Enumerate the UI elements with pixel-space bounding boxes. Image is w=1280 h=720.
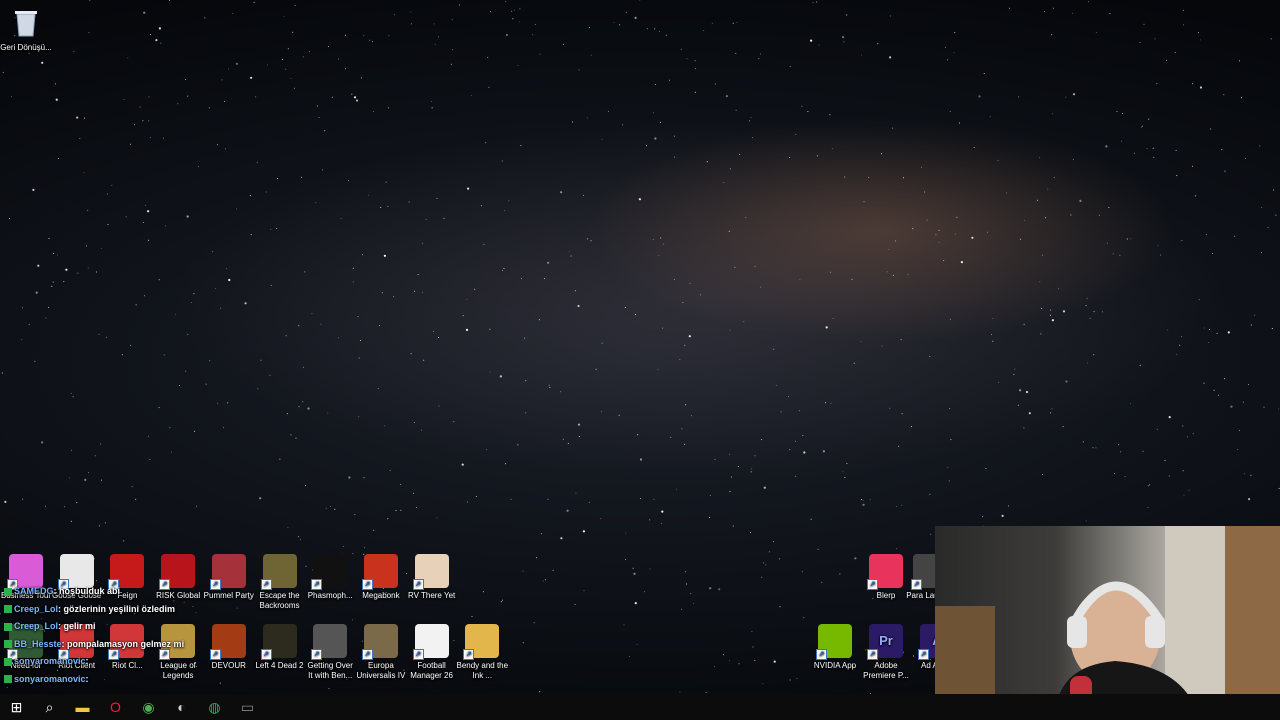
chat-username: sonyaromanovic [14,673,86,684]
chat-username: Creep_Lol [14,621,59,631]
shortcut-arrow-icon: ↗ [918,649,929,660]
game-icon: ↗ [260,624,297,660]
shortcut-label: NVIDIA App [813,661,857,670]
shortcut-arrow-icon: ↗ [361,579,373,590]
shortcut-label: Getting Over It with Ben... [307,661,353,680]
desktop-shortcut[interactable]: ↗ Phasmoph... [304,554,356,601]
chat-message: Creep_Lol: gelir mi [4,618,264,636]
shortcut-arrow-icon: ↗ [867,649,878,660]
ghost-icon: ↗ [311,554,348,590]
chat-text: : [85,673,89,684]
shortcut-arrow-icon: ↗ [311,649,323,660]
game-icon: ↗ [412,624,449,660]
game-icon: ↗ [463,624,500,660]
desktop-shortcut[interactable]: ↗ Bendy and the Ink ... [456,624,508,681]
taskbar: ⊞ ⌕ ▬ O ◉ ◐ ◍ ▭ [0,694,1280,720]
chat-text: : pompalamasyon gelmez mi [61,638,185,649]
chat-message: SAMEDG: hoşbulduk abi [4,583,264,601]
star-icon: ↗ [867,554,903,590]
webcam-overlay [935,526,1280,720]
desktop-shortcut[interactable]: ↗ NVIDIA App [809,624,861,671]
shortcut-arrow-icon: ↗ [361,649,373,660]
chat-badge-icon [4,587,12,596]
chat-message: sonyaromanovic: [4,671,264,689]
recycle-bin-icon [9,6,43,40]
chat-username: Creep_Lol [14,603,59,614]
shortcut-arrow-icon: ↗ [867,579,878,590]
game-icon: ↗ [260,554,297,590]
desktop-shortcut[interactable]: ↗ Getting Over It with Ben... [304,624,356,681]
obs-icon[interactable]: ◐ [165,694,198,720]
chat-text: : hoşbulduk abi [53,586,121,596]
shortcut-label: Football Manager 26 [410,661,453,680]
chat-message: sonyaromanovic: [4,653,264,671]
recycle-bin-label: Geri Dönüşü... [0,43,52,52]
chat-text: : gelir mi [58,621,96,631]
shortcut-label: Bendy and the Ink ... [456,661,509,680]
shortcut-label: Megabonk [362,591,400,600]
chat-badge-icon [4,605,12,614]
game-icon: ↗ [412,554,449,590]
hammer-icon: ↗ [311,624,348,660]
chat-message: BB_Hesste: pompalamasyon gelmez mi [4,636,264,654]
chat-text: : gözlerinin yeşilini özledim [58,603,176,614]
desktop-shortcut[interactable]: Pr ↗ Adobe Premiere P... [860,624,912,681]
shortcut-arrow-icon: ↗ [311,579,323,590]
opera-icon[interactable]: O [99,694,132,720]
file-explorer-icon[interactable]: ▬ [66,694,99,720]
desktop-shortcut[interactable]: ↗ Football Manager 26 [406,624,458,681]
chat-badge-icon [4,675,12,684]
chat-message: Creep_Lol: gözlerinin yeşilini özledim [4,601,264,619]
desktop-shortcut[interactable]: ↗ Megabonk [355,554,407,601]
windows-start-icon[interactable]: ⊞ [0,694,33,720]
shortcut-arrow-icon: ↗ [412,579,424,590]
chat-text: : [85,656,89,666]
search-icon[interactable]: ⌕ [33,694,66,720]
game-icon: ↗ [361,624,398,660]
game-icon: ↗ [361,554,398,590]
shortcut-arrow-icon: ↗ [463,649,475,660]
premiere-icon: Pr ↗ [867,624,903,660]
shortcut-label: Phasmoph... [307,591,353,600]
desktop-shortcut[interactable]: ↗ Europa Universalis IV [355,624,407,681]
shortcut-arrow-icon: ↗ [816,649,827,660]
stream-chat-overlay: SAMEDG: hoşbulduk abi Creep_Lol: gözlerin… [4,583,264,688]
chat-username: BB_Hesste [14,638,62,649]
chrome-icon[interactable]: ◉ [132,694,165,720]
chat-username: SAMEDG [14,586,54,596]
chat-badge-icon [4,657,12,666]
desktop-shortcut[interactable]: ↗ RV There Yet [406,554,458,601]
shortcut-arrow-icon: ↗ [412,649,424,660]
spotify-icon[interactable]: ◍ [198,694,231,720]
shortcut-label: RV There Yet [407,591,456,600]
shortcut-label: Adobe Premiere P... [863,661,909,680]
chat-badge-icon [4,640,12,649]
shortcut-label: Europa Universalis IV [356,661,406,680]
chat-badge-icon [4,622,12,631]
chat-username: sonyaromanovic [14,656,86,666]
nvidia-icon: ↗ [816,624,852,660]
app-icon[interactable]: ▭ [231,694,264,720]
recycle-bin-shortcut[interactable]: Geri Dönüşü... [0,6,52,53]
shortcut-arrow-icon: ↗ [911,579,922,590]
